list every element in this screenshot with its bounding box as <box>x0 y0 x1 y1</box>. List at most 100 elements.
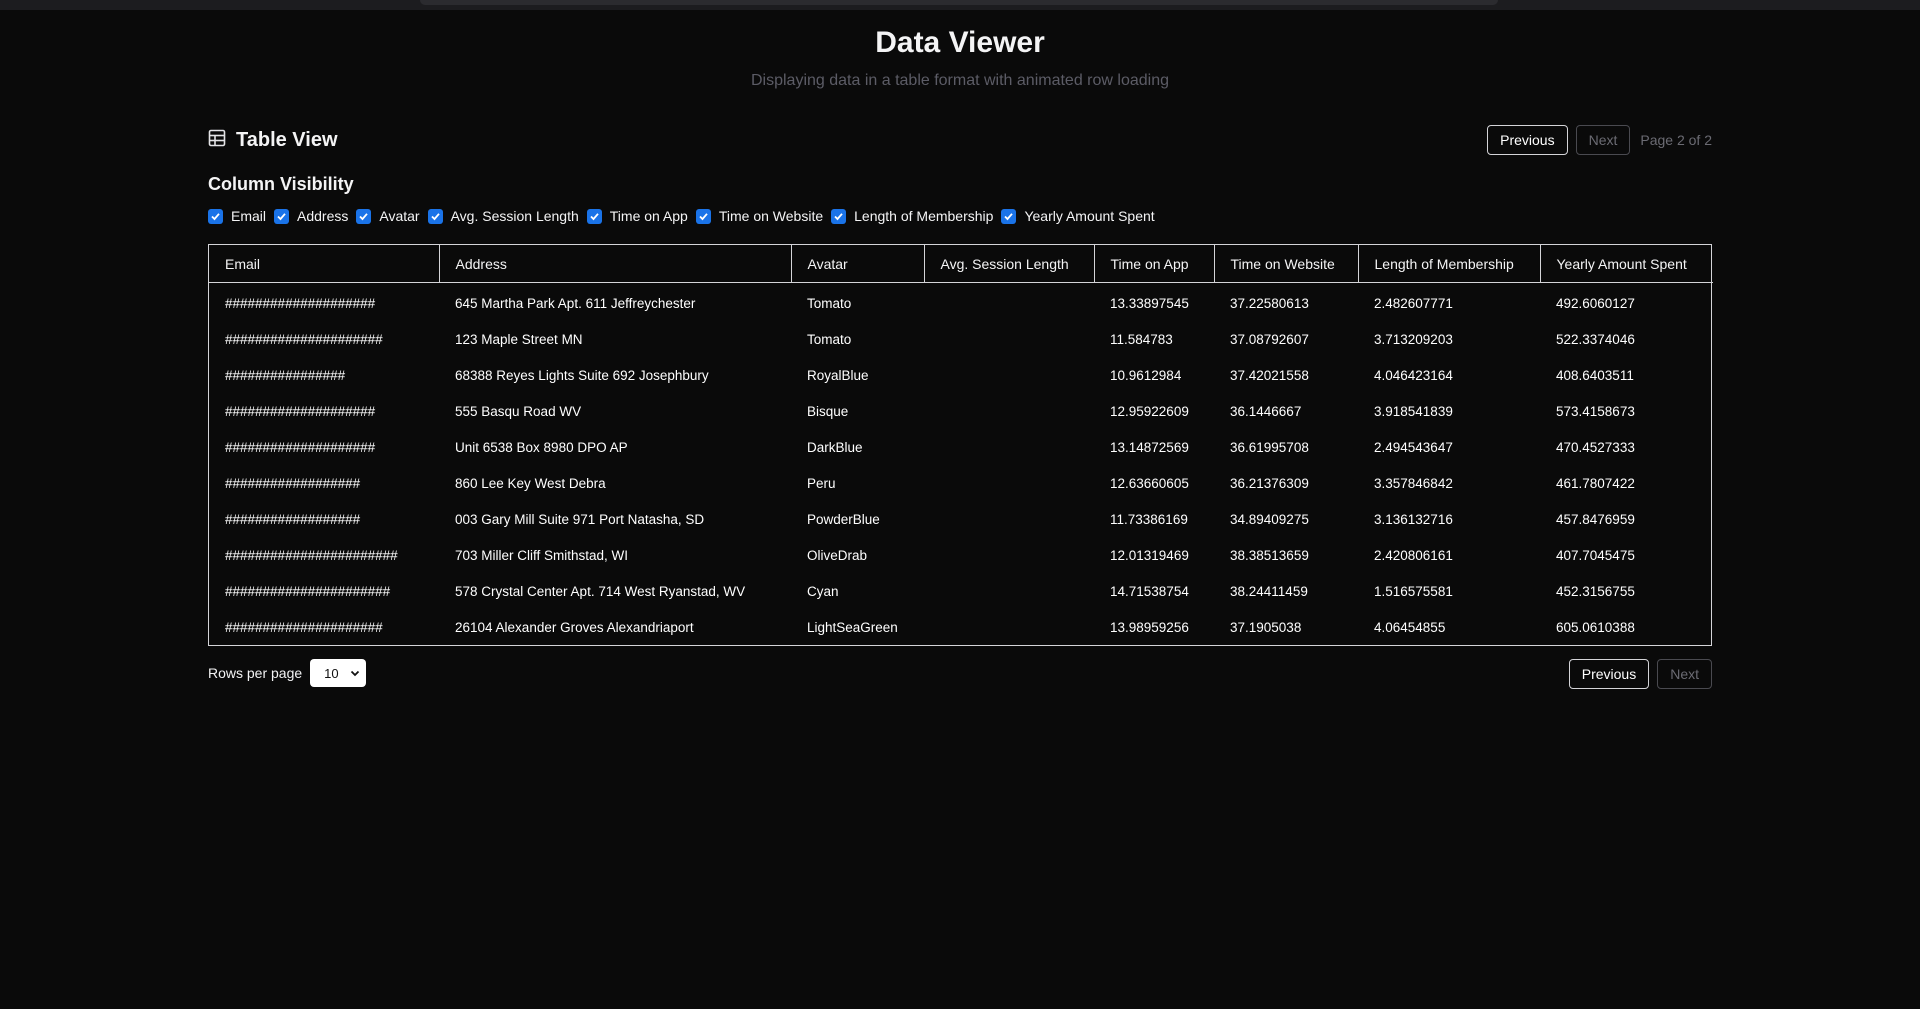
checkbox[interactable] <box>695 208 711 224</box>
table-row: ##################### 26104 Alexander Gro… <box>209 609 1713 645</box>
table-cell: 860 Lee Key West Debra <box>455 475 606 491</box>
column-header[interactable]: Avg. Session Length <box>923 245 1094 283</box>
table-cell: 37.1905038 <box>1230 619 1302 635</box>
table-cell: 14.71538754 <box>1110 583 1189 599</box>
table-cell: 573.4158673 <box>1556 403 1635 419</box>
table-cell: 38.38513659 <box>1230 547 1309 563</box>
table-row: ################## 860 Lee Key West Debra… <box>209 465 1713 501</box>
table-cell: 492.6060127 <box>1556 295 1635 311</box>
column-toggle-yearly-amount-spent[interactable]: Yearly Amount Spent <box>1001 208 1155 224</box>
table-cell <box>924 393 1094 429</box>
column-toggle-label: Time on App <box>609 208 688 224</box>
table-cell: 3.918541839 <box>1374 403 1453 419</box>
table-cell: 457.8476959 <box>1556 511 1635 527</box>
table-row: #################### 555 Basqu Road WV Bis… <box>209 393 1713 429</box>
table-cell: Tomato <box>807 331 852 347</box>
table-cell: 2.420806161 <box>1374 547 1453 563</box>
table-cell: 37.08792607 <box>1230 331 1309 347</box>
table-cell: 578 Crystal Center Apt. 714 West Ryansta… <box>455 583 746 599</box>
table-cell: 34.89409275 <box>1230 511 1309 527</box>
checkbox[interactable] <box>208 208 223 224</box>
table-cell: ###################### <box>225 583 391 599</box>
bottom-pagination: Previous Next <box>1568 659 1712 689</box>
table-cell <box>924 357 1094 393</box>
column-toggle-label: Avg. Session Length <box>450 208 579 224</box>
column-header[interactable]: Address <box>438 245 791 283</box>
table-cell: ##################### <box>225 619 383 635</box>
column-toggle-label: Length of Membership <box>854 208 994 224</box>
table-cell: 4.06454855 <box>1374 619 1446 635</box>
table-view-title: Table View <box>236 129 338 151</box>
table-cell: 470.4527333 <box>1556 439 1635 455</box>
rows-per-page-label: Rows per page <box>208 665 303 681</box>
checkbox[interactable] <box>1001 208 1017 224</box>
previous-button-top[interactable]: Previous <box>1487 125 1568 155</box>
rows-per-page: Rows per page 10 <box>208 659 367 687</box>
column-header[interactable]: Avatar <box>790 245 924 283</box>
table-header-row: Email Address Avatar Avg. Session Length… <box>209 245 1713 283</box>
table-cell: 452.3156755 <box>1556 583 1635 599</box>
table-cell: OliveDrab <box>807 547 868 563</box>
table-cell: 555 Basqu Road WV <box>455 403 582 419</box>
table-cell <box>924 609 1094 645</box>
table-cell: 37.42021558 <box>1230 367 1309 383</box>
data-table: Email Address Avatar Avg. Session Length… <box>209 245 1713 645</box>
column-toggle-address[interactable]: Address <box>274 208 348 224</box>
table-grid-icon <box>208 129 226 152</box>
table-cell <box>924 501 1094 537</box>
table-cell <box>924 465 1094 501</box>
table-row: #################### 645 Martha Park Apt.… <box>209 283 1713 322</box>
next-button-top[interactable]: Next <box>1575 125 1631 155</box>
table-cell: 605.0610388 <box>1556 619 1635 635</box>
table-row: #################### Unit 6538 Box 8980 D… <box>209 429 1713 465</box>
checkbox[interactable] <box>831 208 847 224</box>
checkbox[interactable] <box>356 208 372 224</box>
column-toggle-email[interactable]: Email <box>208 208 266 224</box>
chevron-down-icon <box>351 670 360 677</box>
table-cell: 13.98959256 <box>1110 619 1189 635</box>
table-cell <box>924 283 1094 322</box>
column-header[interactable]: Time on App <box>1093 245 1214 283</box>
table-view-heading: Table View <box>208 129 338 152</box>
table-cell: 407.7045475 <box>1556 547 1635 563</box>
table-cell: 11.73386169 <box>1110 511 1188 527</box>
table-cell: ################ <box>225 367 346 383</box>
checkbox[interactable] <box>427 208 443 224</box>
column-toggle-length-of-membership[interactable]: Length of Membership <box>831 208 993 224</box>
column-header[interactable]: Email <box>209 245 439 283</box>
page-header: Data Viewer Displaying data in a table f… <box>0 22 1920 92</box>
table-cell: 13.14872569 <box>1110 439 1189 455</box>
rows-per-page-select[interactable]: 10 <box>310 659 367 687</box>
column-toggle-time-on-app[interactable]: Time on App <box>586 208 688 224</box>
table-cell: Cyan <box>807 583 839 599</box>
column-header[interactable]: Length of Membership <box>1357 245 1540 283</box>
table-body: #################### 645 Martha Park Apt.… <box>209 283 1713 646</box>
table-cell: 26104 Alexander Groves Alexandriaport <box>455 619 694 635</box>
table-cell: #################### <box>225 295 376 311</box>
column-toggle-avatar[interactable]: Avatar <box>356 208 420 224</box>
table-cell: ####################### <box>225 547 398 563</box>
previous-button-bottom[interactable]: Previous <box>1568 659 1650 689</box>
table-cell: 4.046423164 <box>1374 367 1453 383</box>
column-header[interactable]: Time on Website <box>1213 245 1358 283</box>
next-button-bottom[interactable]: Next <box>1657 659 1712 689</box>
table-cell: 123 Maple Street MN <box>455 331 583 347</box>
page-indicator: Page 2 of 2 <box>1640 132 1712 148</box>
table-row: ################ 68388 Reyes Lights Suite… <box>209 357 1713 393</box>
checkbox[interactable] <box>586 208 602 224</box>
column-toggle-avg-session-length[interactable]: Avg. Session Length <box>427 208 579 224</box>
checkbox[interactable] <box>274 208 290 224</box>
table-cell: 36.21376309 <box>1230 475 1309 491</box>
table-cell: ################## <box>225 475 361 491</box>
table-cell: 3.713209203 <box>1374 331 1453 347</box>
column-toggle-time-on-website[interactable]: Time on Website <box>695 208 823 224</box>
column-header[interactable]: Yearly Amount Spent <box>1539 245 1713 283</box>
table-cell: 645 Martha Park Apt. 611 Jeffreychester <box>455 295 696 311</box>
table-cell: 37.22580613 <box>1230 295 1309 311</box>
browser-top-bar-handle <box>420 0 1498 5</box>
table-cell: 13.33897545 <box>1110 295 1189 311</box>
table-cell: 38.24411459 <box>1230 583 1308 599</box>
table-cell <box>924 321 1094 357</box>
table-cell: 36.61995708 <box>1230 439 1309 455</box>
table-cell: 003 Gary Mill Suite 971 Port Natasha, SD <box>455 511 705 527</box>
